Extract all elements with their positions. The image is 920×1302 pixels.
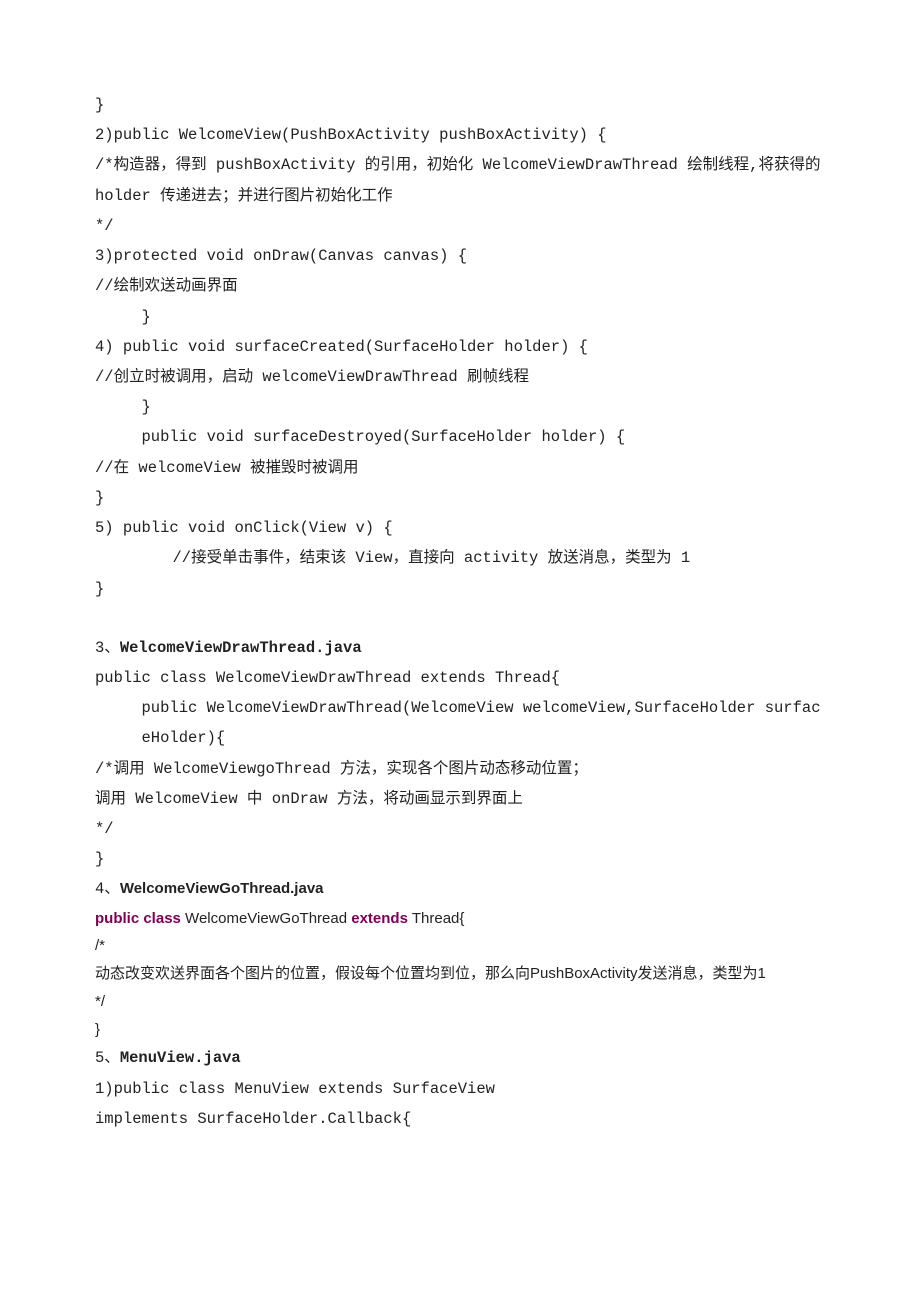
code-line: 5) public void onClick(View v) { <box>95 513 825 543</box>
code-comment: 动态改变欢送界面各个图片的位置，假设每个位置均到位，那么向PushBoxActi… <box>95 960 825 988</box>
code-line: } <box>95 392 825 422</box>
code-line: 2)public WelcomeView(PushBoxActivity pus… <box>95 120 825 150</box>
code-comment: //创立时被调用，启动 welcomeViewDrawThread 刷帧线程 <box>95 362 825 392</box>
heading-number: 3、 <box>95 639 120 657</box>
code-line: } <box>95 90 825 120</box>
heading-filename: WelcomeViewDrawThread.java <box>120 639 362 657</box>
heading-number: 4、 <box>95 880 120 898</box>
blank-line <box>95 604 825 633</box>
code-line: public WelcomeViewDrawThread(WelcomeView… <box>95 693 825 753</box>
heading-filename: MenuView.java <box>120 1049 241 1067</box>
code-line: } <box>95 302 825 332</box>
code-comment: /*构造器，得到 pushBoxActivity 的引用，初始化 Welcome… <box>95 150 825 210</box>
code-line: implements SurfaceHolder.Callback{ <box>95 1104 825 1134</box>
code-line: public void surfaceDestroyed(SurfaceHold… <box>95 422 825 452</box>
code-line: 4) public void surfaceCreated(SurfaceHol… <box>95 332 825 362</box>
code-line: 3)protected void onDraw(Canvas canvas) { <box>95 241 825 271</box>
keyword-public: public <box>95 910 139 927</box>
code-line: } <box>95 483 825 513</box>
code-line: } <box>95 1016 825 1044</box>
class-name: WelcomeViewGoThread <box>181 910 351 927</box>
parent-class: Thread{ <box>408 910 464 927</box>
code-comment: //接受单击事件，结束该 View，直接向 activity 放送消息，类型为 … <box>95 543 825 573</box>
code-line: public class WelcomeViewDrawThread exten… <box>95 663 825 693</box>
code-comment: /* <box>95 932 825 960</box>
code-comment: */ <box>95 988 825 1016</box>
code-comment: //绘制欢送动画界面 <box>95 271 825 301</box>
section-4-heading: 4、WelcomeViewGoThread.java <box>95 874 825 904</box>
code-line: */ <box>95 211 825 241</box>
code-line: */ <box>95 814 825 844</box>
section-5-heading: 5、MenuView.java <box>95 1043 825 1073</box>
heading-filename: WelcomeViewGoThread.java <box>120 880 324 897</box>
code-comment: /*调用 WelcomeViewgoThread 方法，实现各个图片动态移动位置… <box>95 754 825 784</box>
code-comment: 调用 WelcomeView 中 onDraw 方法，将动画显示到界面上 <box>95 784 825 814</box>
keyword-extends: extends <box>351 910 408 927</box>
code-line: 1)public class MenuView extends SurfaceV… <box>95 1074 825 1104</box>
keyword-class: class <box>139 910 181 927</box>
code-line: } <box>95 844 825 874</box>
section-3-heading: 3、WelcomeViewDrawThread.java <box>95 633 825 663</box>
code-line: } <box>95 574 825 604</box>
code-comment: //在 welcomeView 被摧毁时被调用 <box>95 453 825 483</box>
code-class-declaration: public class WelcomeViewGoThread extends… <box>95 905 825 933</box>
document-page: } 2)public WelcomeView(PushBoxActivity p… <box>0 0 920 1194</box>
heading-number: 5、 <box>95 1049 120 1067</box>
